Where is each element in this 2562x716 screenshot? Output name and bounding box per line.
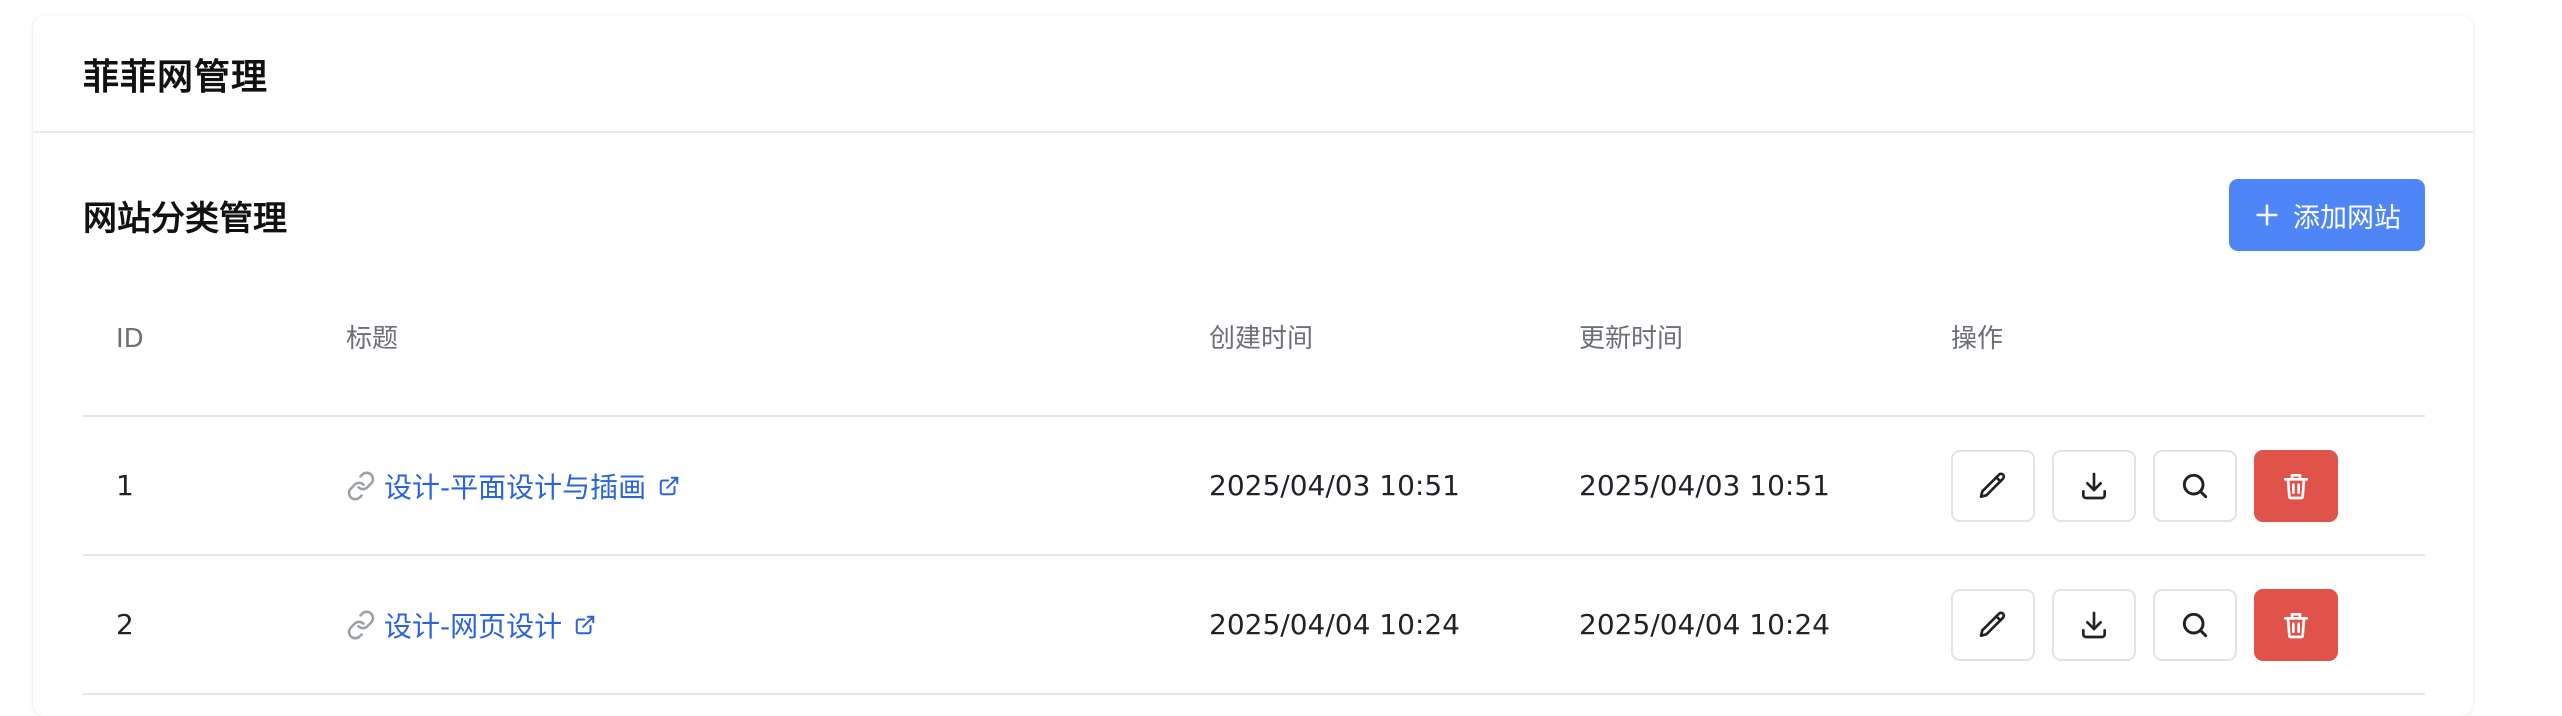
card-header: 菲菲网管理 <box>33 16 2473 133</box>
row-title-text: 设计-网页设计 <box>384 609 563 643</box>
search-icon <box>2182 612 2208 637</box>
delete-button[interactable] <box>2254 588 2338 661</box>
row-updated: 2025/04/03 10:51 <box>1579 469 1830 502</box>
management-card: 菲菲网管理 网站分类管理 添加网站 ID 标题 创建时间 更新时间 操作 1 设… <box>33 16 2473 716</box>
column-header-updated: 更新时间 <box>1579 324 1684 354</box>
table-row: 1 设计-平面设计与插画 2025/04/03 10:51 2025/04/03… <box>83 417 2425 556</box>
section-header: 网站分类管理 添加网站 <box>83 179 2425 251</box>
delete-button[interactable] <box>2254 449 2338 522</box>
row-id: 2 <box>116 608 134 641</box>
trash-icon <box>2284 473 2308 499</box>
link-icon <box>346 471 376 501</box>
search-button[interactable] <box>2153 588 2237 661</box>
row-updated: 2025/04/04 10:24 <box>1579 608 1830 641</box>
plus-icon <box>2256 204 2278 226</box>
add-website-label: 添加网站 <box>2293 202 2401 234</box>
edit-button[interactable] <box>1951 449 2035 522</box>
page-title: 菲菲网管理 <box>83 56 269 98</box>
table-header: ID 标题 创建时间 更新时间 操作 <box>83 306 2425 417</box>
row-created: 2025/04/03 10:51 <box>1209 469 1460 502</box>
download-icon <box>2082 472 2106 499</box>
row-title-text: 设计-平面设计与插画 <box>384 470 647 504</box>
row-title-link[interactable]: 设计-平面设计与插画 <box>346 466 680 506</box>
trash-icon <box>2284 612 2308 638</box>
column-header-actions: 操作 <box>1951 324 2004 354</box>
row-actions <box>1951 556 2338 693</box>
edit-button[interactable] <box>1951 588 2035 661</box>
pencil-icon <box>1979 472 2006 498</box>
add-website-button[interactable]: 添加网站 <box>2229 179 2425 251</box>
pencil-icon <box>1979 611 2006 637</box>
column-header-created: 创建时间 <box>1209 324 1314 354</box>
search-icon <box>2182 473 2208 498</box>
download-button[interactable] <box>2052 588 2136 661</box>
row-title-link[interactable]: 设计-网页设计 <box>346 605 596 645</box>
table-row: 2 设计-网页设计 2025/04/04 10:24 2025/04/04 10… <box>83 556 2425 695</box>
column-header-title: 标题 <box>346 324 399 354</box>
row-title-cell: 设计-网页设计 <box>346 556 596 693</box>
external-link-icon <box>658 475 680 497</box>
external-link-icon <box>574 614 596 636</box>
row-id: 1 <box>116 469 134 502</box>
row-actions <box>1951 417 2338 554</box>
row-title-cell: 设计-平面设计与插画 <box>346 417 680 554</box>
row-created: 2025/04/04 10:24 <box>1209 608 1460 641</box>
search-button[interactable] <box>2153 449 2237 522</box>
link-icon <box>346 610 376 640</box>
download-icon <box>2082 611 2106 638</box>
section-title: 网站分类管理 <box>83 198 287 239</box>
category-table: ID 标题 创建时间 更新时间 操作 1 设计-平面设计与插画 2025/04/… <box>83 306 2425 695</box>
column-header-id: ID <box>116 324 144 354</box>
download-button[interactable] <box>2052 449 2136 522</box>
